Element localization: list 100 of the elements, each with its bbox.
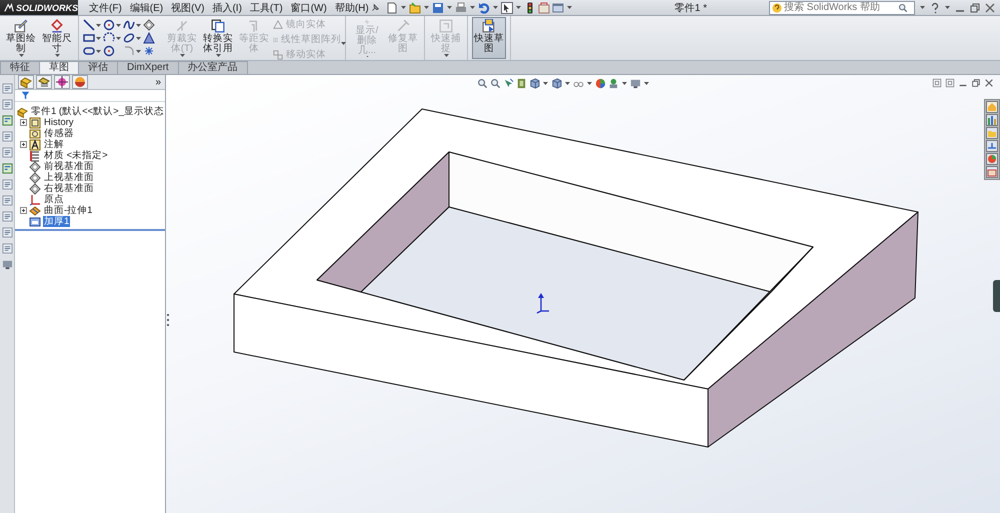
home-icon[interactable]: [986, 101, 998, 113]
rectangle-tool-icon[interactable]: [83, 32, 102, 44]
save-icon[interactable]: [432, 2, 444, 14]
restore-icon[interactable]: [971, 78, 981, 88]
caret-icon[interactable]: [543, 82, 548, 85]
property-manager-tab[interactable]: [36, 75, 52, 89]
tree-root[interactable]: 零件1 (默认<<默认>_显示状态: [30, 106, 165, 117]
tree-item[interactable]: 上视基准面: [43, 172, 95, 183]
restore-icon[interactable]: [969, 2, 981, 14]
open-folder-icon[interactable]: [408, 2, 421, 14]
slot-tool-icon[interactable]: [83, 44, 102, 56]
caret-icon[interactable]: [566, 6, 572, 9]
pin-icon[interactable]: [370, 2, 380, 12]
tree-item[interactable]: 曲面-拉伸1: [43, 205, 94, 216]
splitter-handle[interactable]: [166, 313, 170, 327]
tree-item[interactable]: 加厚1: [43, 216, 70, 227]
circle-tool-icon[interactable]: [103, 44, 115, 56]
display-style-icon[interactable]: [551, 78, 562, 89]
caret-icon[interactable]: [945, 6, 950, 9]
fillet-tool-icon[interactable]: [123, 44, 142, 56]
appearance-icon[interactable]: [986, 153, 998, 165]
brand-name: SOLIDWORKS: [16, 2, 78, 12]
expand-icon[interactable]: [20, 141, 27, 148]
search-icon[interactable]: [898, 2, 908, 12]
tile-icon[interactable]: [932, 78, 942, 88]
feature-manager-tab[interactable]: [18, 75, 34, 89]
caret-icon[interactable]: [644, 82, 649, 85]
tile-icon[interactable]: [945, 78, 955, 88]
tree-item[interactable]: 原点: [43, 194, 65, 205]
text-tool-icon[interactable]: [143, 32, 155, 44]
caret-icon[interactable]: [516, 6, 521, 9]
appearance-icon[interactable]: [595, 78, 606, 89]
new-document-icon[interactable]: [386, 2, 398, 14]
caret-icon[interactable]: [622, 82, 627, 85]
close-icon[interactable]: [984, 78, 994, 88]
spline-tool-icon[interactable]: [123, 18, 142, 30]
folder-icon[interactable]: [986, 127, 998, 139]
tree-item[interactable]: 注解: [43, 139, 65, 150]
arc-tool-icon[interactable]: [103, 32, 122, 44]
menu-item[interactable]: 编辑(E): [128, 0, 164, 14]
view-settings-icon[interactable]: [630, 78, 641, 89]
select-icon[interactable]: [500, 2, 513, 14]
tab[interactable]: 评估: [78, 61, 118, 74]
zoom-to-fit-icon[interactable]: [477, 78, 488, 89]
tab[interactable]: 草图: [39, 61, 79, 74]
ribbon-button[interactable]: 草图绘制: [4, 17, 38, 59]
window-icon[interactable]: [552, 2, 564, 14]
scene-icon[interactable]: [608, 78, 619, 89]
snap-icon: [439, 19, 453, 33]
caret-icon: [444, 54, 448, 57]
help-icon[interactable]: [929, 2, 941, 14]
circle-tool-icon[interactable]: [103, 18, 122, 30]
ellipse-tool-icon[interactable]: [123, 32, 142, 44]
caret-icon[interactable]: [920, 6, 925, 9]
ribbon-button[interactable]: 快速草图: [472, 17, 506, 59]
close-icon[interactable]: [984, 2, 996, 14]
caret-icon[interactable]: [565, 82, 570, 85]
expand-icon[interactable]: [20, 119, 27, 126]
tree-item[interactable]: 材质 <未指定>: [43, 150, 109, 161]
ribbon-button[interactable]: 转换实体引用: [201, 17, 235, 59]
view-palette-icon[interactable]: [986, 140, 998, 152]
menu-item[interactable]: 插入(I): [211, 0, 243, 14]
plane-tool-icon[interactable]: [143, 18, 155, 30]
point-tool-icon[interactable]: [143, 44, 155, 56]
monitor-icon[interactable]: [2, 259, 12, 270]
ribbon-button[interactable]: 智能尺寸: [40, 17, 74, 59]
line-tool-icon[interactable]: [83, 18, 102, 30]
caret-icon[interactable]: [470, 6, 475, 9]
caret-icon[interactable]: [492, 6, 498, 9]
search-field[interactable]: 搜索 SolidWorks 帮助: [769, 0, 915, 14]
tree-item[interactable]: 传感器: [43, 128, 75, 139]
tab[interactable]: DimXpert: [117, 61, 179, 74]
section-view-icon[interactable]: [516, 78, 527, 89]
caret-icon[interactable]: [341, 42, 346, 45]
display-manager-tab[interactable]: [72, 75, 88, 89]
caret-icon[interactable]: [587, 82, 592, 85]
expand-icon[interactable]: [20, 207, 27, 214]
tree-item[interactable]: 右视基准面: [43, 183, 95, 194]
caret-icon[interactable]: [446, 6, 452, 9]
menu-item[interactable]: 帮助(H): [334, 0, 370, 14]
undo-icon[interactable]: [478, 2, 490, 14]
caret-icon[interactable]: [424, 6, 429, 9]
tree-item[interactable]: History: [43, 117, 75, 128]
tab[interactable]: 办公室产品: [178, 61, 248, 74]
view-cube-icon[interactable]: [529, 78, 540, 89]
panel-handle[interactable]: [993, 280, 1000, 312]
more-tabs-button[interactable]: »: [155, 76, 161, 88]
tree-item[interactable]: 前视基准面: [43, 161, 95, 172]
tab[interactable]: 特征: [0, 61, 40, 74]
menu-item[interactable]: 文件(F): [88, 0, 123, 14]
menu-item[interactable]: 工具(T): [248, 0, 284, 14]
menu-item[interactable]: 窗口(W): [290, 0, 328, 14]
previous-view-icon[interactable]: [503, 78, 514, 89]
caret-icon[interactable]: [400, 6, 406, 9]
configuration-manager-tab[interactable]: [54, 75, 70, 89]
custom-properties-icon[interactable]: [986, 166, 998, 178]
zoom-area-icon[interactable]: [490, 78, 501, 89]
printer-icon[interactable]: [454, 2, 467, 14]
menu-item[interactable]: 视图(V): [170, 0, 206, 14]
library-icon[interactable]: [986, 114, 998, 126]
